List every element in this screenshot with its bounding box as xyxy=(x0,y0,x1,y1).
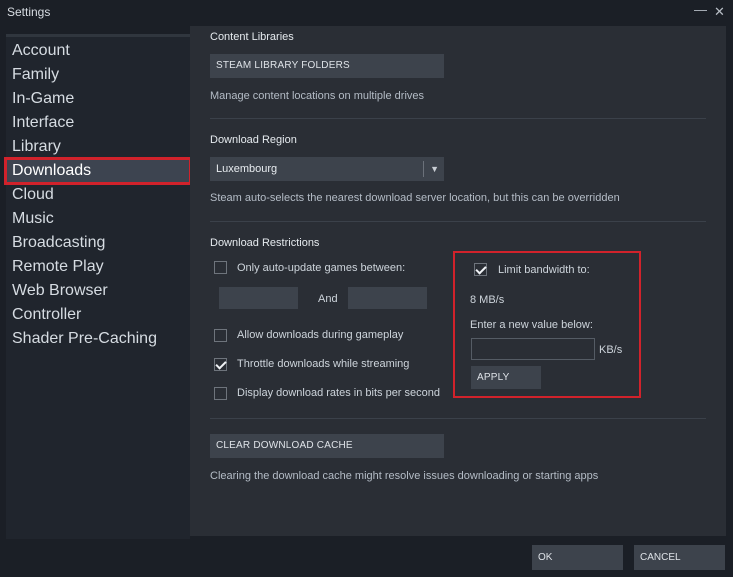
limit-bandwidth-checkbox[interactable] xyxy=(474,263,487,276)
bandwidth-unit-label: KB/s xyxy=(599,344,623,356)
chevron-down-icon[interactable]: ▼ xyxy=(430,157,439,181)
download-restrictions-heading: Download Restrictions xyxy=(210,237,320,249)
sidebar-item-family[interactable]: Family xyxy=(6,63,190,87)
sidebar-list: Account Family In-Game Interface Library… xyxy=(4,37,192,351)
sidebar-item-shader-pre-caching[interactable]: Shader Pre-Caching xyxy=(6,327,190,351)
select-separator xyxy=(423,161,424,177)
throttle-streaming-label: Throttle downloads while streaming xyxy=(237,358,410,370)
and-label: And xyxy=(318,293,338,305)
clear-download-cache-button[interactable]: CLEAR DOWNLOAD CACHE xyxy=(210,434,444,458)
download-region-description: Steam auto-selects the nearest download … xyxy=(210,192,620,204)
auto-update-start-time[interactable] xyxy=(219,287,298,309)
ok-button[interactable]: OK xyxy=(532,545,623,570)
section-divider xyxy=(210,118,706,119)
section-divider xyxy=(210,221,706,222)
steam-library-folders-button[interactable]: STEAM LIBRARY FOLDERS xyxy=(210,54,444,78)
sidebar-item-downloads[interactable]: Downloads xyxy=(4,157,192,185)
clear-cache-description: Clearing the download cache might resolv… xyxy=(210,470,599,482)
section-divider xyxy=(210,418,706,419)
sidebar-item-controller[interactable]: Controller xyxy=(6,303,190,327)
bandwidth-prompt: Enter a new value below: xyxy=(470,319,593,331)
auto-update-checkbox[interactable] xyxy=(214,261,227,274)
title-bar: Settings — ✕ xyxy=(0,0,733,26)
close-icon[interactable]: ✕ xyxy=(714,4,725,20)
bandwidth-limit-panel: Limit bandwidth to: 8 MB/s Enter a new v… xyxy=(453,251,641,398)
throttle-streaming-checkbox[interactable] xyxy=(214,358,227,371)
download-region-select[interactable]: Luxembourg ▼ xyxy=(210,157,444,181)
content-libraries-heading: Content Libraries xyxy=(210,31,294,43)
settings-sidebar: Account Family In-Game Interface Library… xyxy=(4,34,192,539)
allow-during-gameplay-label: Allow downloads during gameplay xyxy=(237,329,404,341)
apply-bandwidth-button[interactable]: APPLY xyxy=(471,366,541,389)
sidebar-item-remote-play[interactable]: Remote Play xyxy=(6,255,190,279)
limit-bandwidth-label: Limit bandwidth to: xyxy=(498,264,590,276)
minimize-icon[interactable]: — xyxy=(694,2,707,17)
content-libraries-description: Manage content locations on multiple dri… xyxy=(210,90,425,102)
bandwidth-input[interactable] xyxy=(471,338,595,360)
current-bandwidth-value: 8 MB/s xyxy=(470,294,505,306)
cancel-button[interactable]: CANCEL xyxy=(634,545,725,570)
sidebar-item-music[interactable]: Music xyxy=(6,207,190,231)
sidebar-item-broadcasting[interactable]: Broadcasting xyxy=(6,231,190,255)
window-title: Settings xyxy=(7,5,51,19)
sidebar-item-cloud[interactable]: Cloud xyxy=(6,183,190,207)
sidebar-item-account[interactable]: Account xyxy=(6,39,190,63)
sidebar-item-library[interactable]: Library xyxy=(6,135,190,159)
allow-during-gameplay-checkbox[interactable] xyxy=(214,329,227,342)
download-region-value: Luxembourg xyxy=(216,163,278,175)
auto-update-label: Only auto-update games between: xyxy=(237,262,406,274)
auto-update-end-time[interactable] xyxy=(348,287,427,309)
download-region-heading: Download Region xyxy=(210,134,297,146)
bits-per-second-checkbox[interactable] xyxy=(214,387,227,400)
sidebar-item-web-browser[interactable]: Web Browser xyxy=(6,279,190,303)
sidebar-item-in-game[interactable]: In-Game xyxy=(6,87,190,111)
bits-per-second-label: Display download rates in bits per secon… xyxy=(237,387,441,399)
sidebar-item-interface[interactable]: Interface xyxy=(6,111,190,135)
